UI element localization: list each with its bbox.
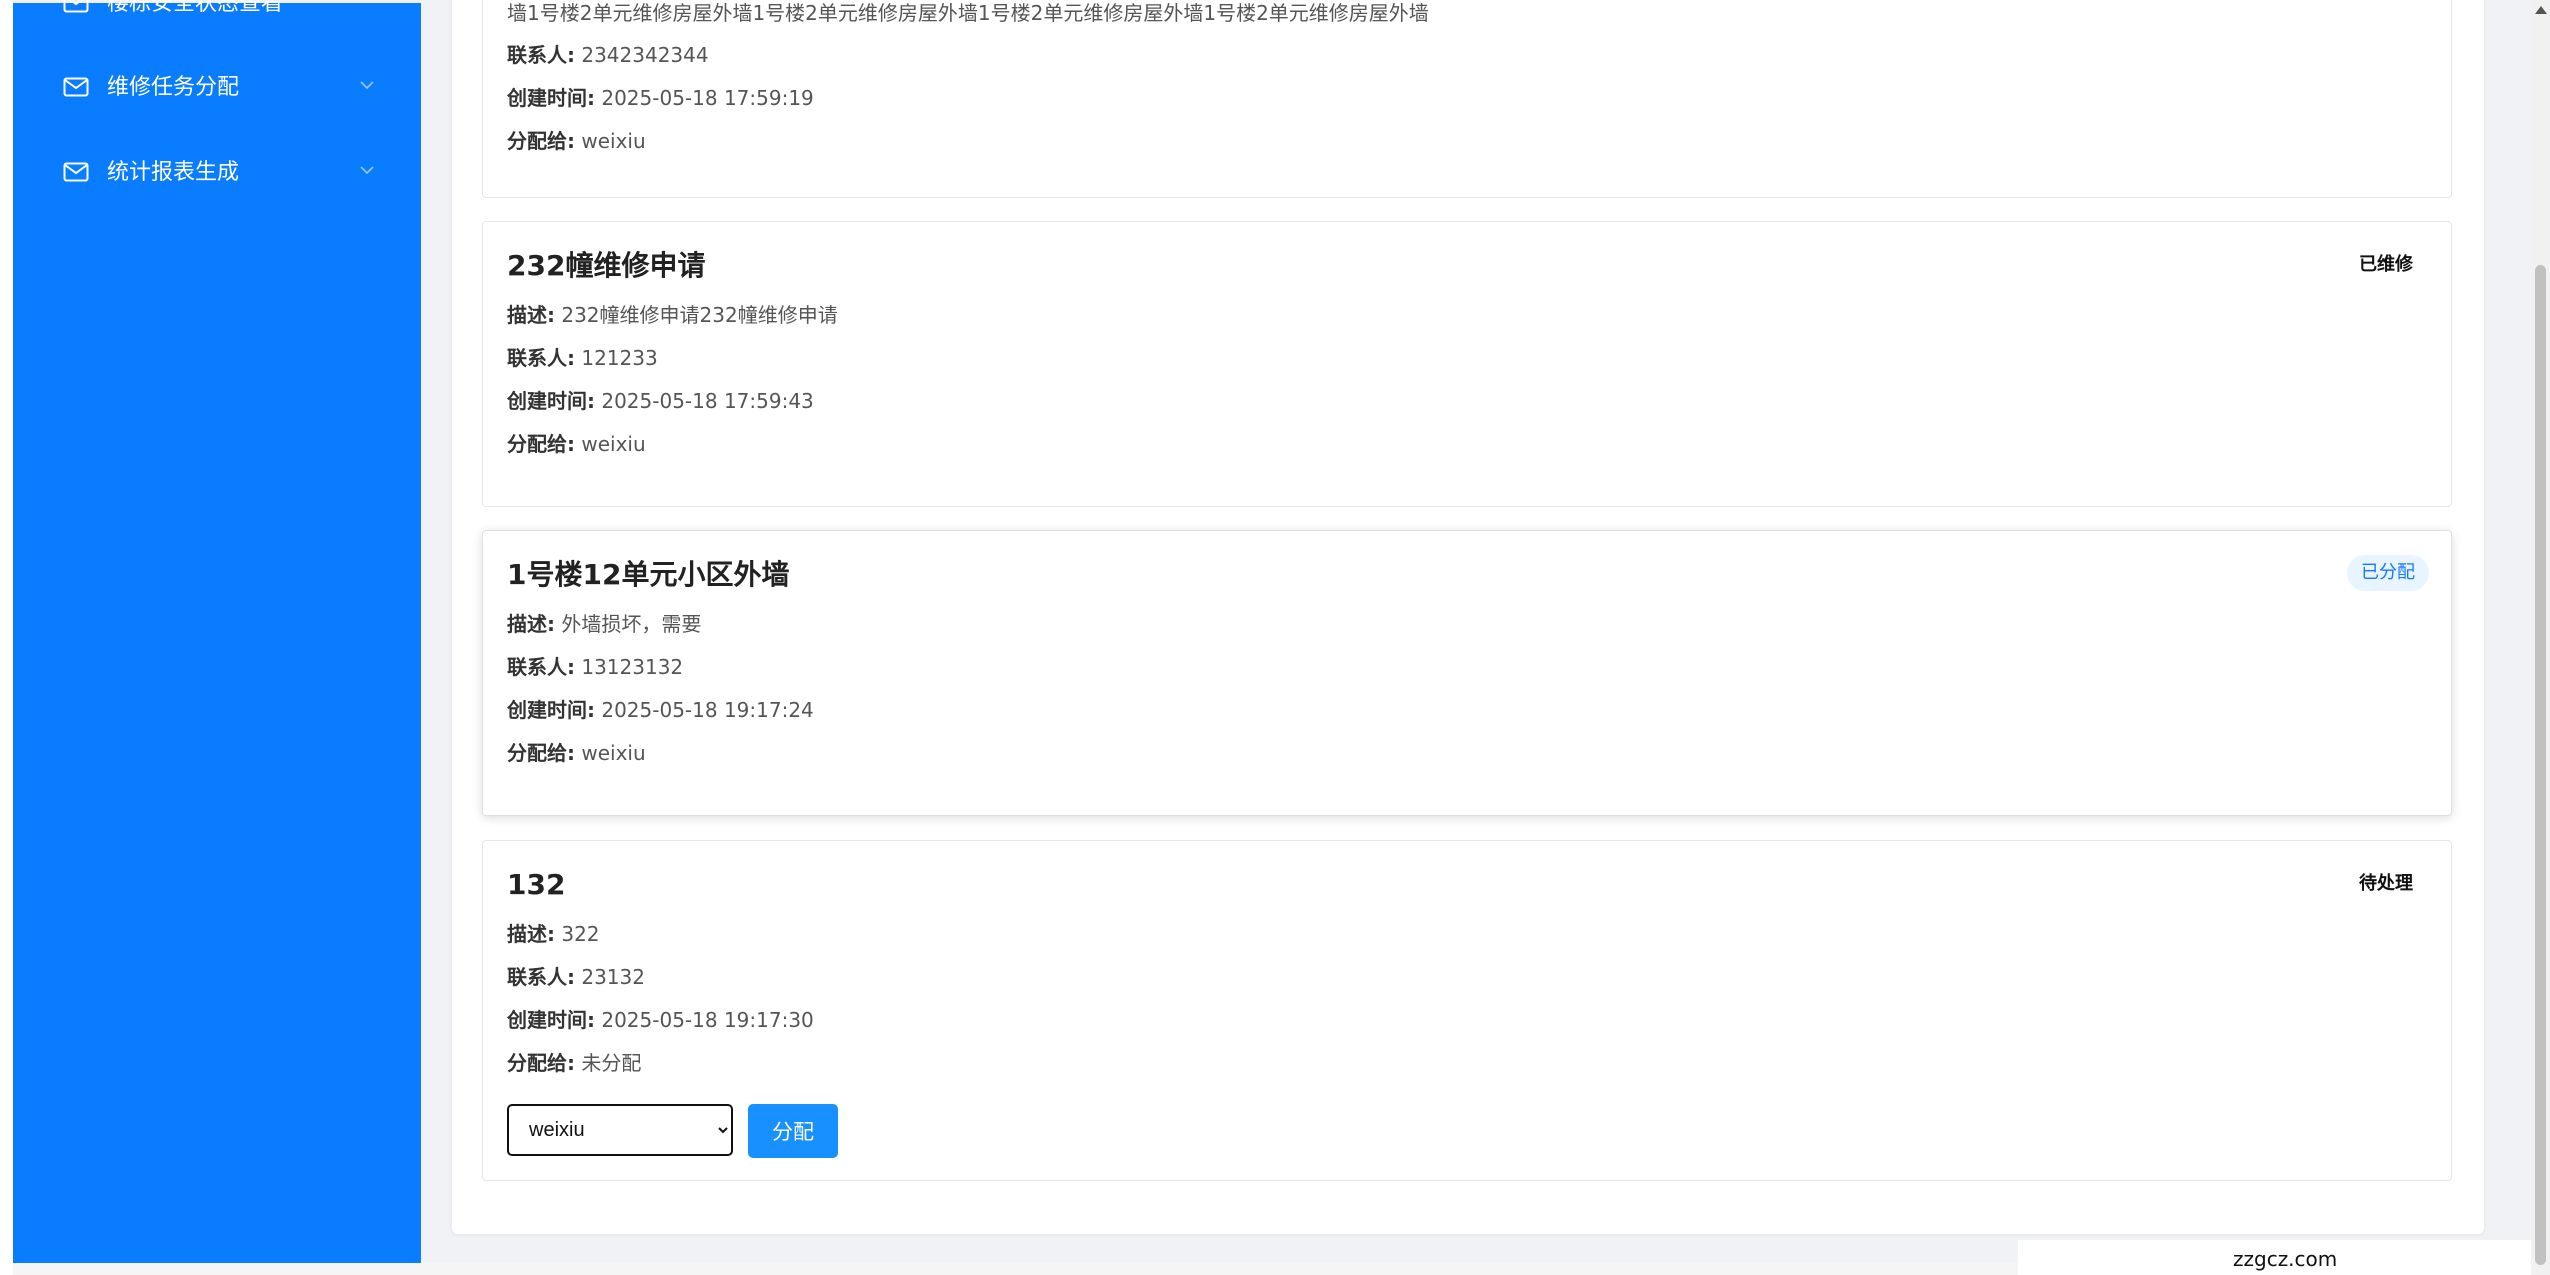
assigned-value: 未分配: [581, 1051, 642, 1075]
description-value: 232幢维修申请232幢维修申请: [561, 303, 838, 327]
mail-icon: [63, 162, 89, 182]
description-field: 描述: 322: [507, 921, 600, 947]
repair-request-card: 132 待处理 描述: 322 联系人: 23132 创建时间: 2025-05…: [482, 840, 2452, 1181]
repair-request-card: 232幢维修申请 已维修 描述: 232幢维修申请232幢维修申请 联系人: 1…: [482, 221, 2452, 507]
description-value: 外墙损坏，需要: [561, 612, 702, 636]
assigned-label: 分配给:: [507, 432, 575, 456]
sidebar-item-label: 统计报表生成: [107, 160, 240, 185]
assign-button[interactable]: 分配: [748, 1104, 838, 1158]
created-label: 创建时间:: [507, 1008, 595, 1032]
contact-field: 联系人: 23132: [507, 964, 645, 990]
contact-value: 13123132: [581, 655, 684, 679]
created-field: 创建时间: 2025-05-18 17:59:19: [507, 85, 814, 111]
created-value: 2025-05-18 19:17:24: [601, 698, 814, 722]
window-left-edge: [0, 0, 13, 1275]
request-title: 132: [507, 868, 566, 901]
assigned-field: 分配给: 未分配: [507, 1050, 641, 1076]
assigned-field: 分配给: weixiu: [507, 740, 646, 766]
assigned-value: weixiu: [581, 741, 646, 765]
status-badge: 已分配: [2347, 555, 2429, 591]
description-value: 墙1号楼2单元维修房屋外墙1号楼2单元维修房屋外墙1号楼2单元维修房屋外墙1号楼…: [507, 1, 1429, 25]
repair-request-card: 墙1号楼2单元维修房屋外墙1号楼2单元维修房屋外墙1号楼2单元维修房屋外墙1号楼…: [482, 0, 2452, 198]
description-label: 描述:: [507, 922, 555, 946]
sidebar-item-label: 维修任务分配: [107, 75, 240, 100]
description-label: 描述:: [507, 303, 555, 327]
contact-label: 联系人:: [507, 346, 575, 370]
status-badge: 待处理: [2359, 873, 2413, 894]
mail-icon: [63, 77, 89, 97]
created-value: 2025-05-18 17:59:19: [601, 86, 814, 110]
description-field: 墙1号楼2单元维修房屋外墙1号楼2单元维修房屋外墙1号楼2单元维修房屋外墙1号楼…: [507, 0, 1429, 26]
sidebar-item-report-generation[interactable]: 统计报表生成: [13, 146, 421, 202]
sidebar: 楼栋安全状态查看 维修任务分配 统计报表生成: [13, 0, 421, 1263]
description-field: 描述: 232幢维修申请232幢维修申请: [507, 302, 838, 328]
created-field: 创建时间: 2025-05-18 19:17:30: [507, 1007, 814, 1033]
assigned-field: 分配给: weixiu: [507, 431, 646, 457]
site-watermark: zzgcz.com: [2233, 1247, 2338, 1271]
description-label: 描述:: [507, 612, 555, 636]
sidebar-item-repair-task-assign[interactable]: 维修任务分配: [13, 61, 421, 117]
contact-field: 联系人: 13123132: [507, 654, 683, 680]
description-value: 322: [561, 922, 600, 946]
mail-icon: [63, 0, 89, 13]
created-field: 创建时间: 2025-05-18 19:17:24: [507, 697, 814, 723]
sidebar-item-label: 楼栋安全状态查看: [107, 0, 284, 16]
contact-label: 联系人:: [507, 655, 575, 679]
contact-label: 联系人:: [507, 965, 575, 989]
request-title: 232幢维修申请: [507, 249, 706, 282]
scroll-up-arrow-icon[interactable]: [2535, 6, 2547, 14]
chevron-down-icon: [360, 81, 374, 90]
request-title: 1号楼12单元小区外墙: [507, 558, 790, 591]
contact-value: 2342342344: [581, 43, 709, 67]
created-value: 2025-05-18 19:17:30: [601, 1008, 814, 1032]
bottom-gap: [13, 1263, 2018, 1275]
created-label: 创建时间:: [507, 86, 595, 110]
created-value: 2025-05-18 17:59:43: [601, 389, 814, 413]
created-label: 创建时间:: [507, 389, 595, 413]
assigned-label: 分配给:: [507, 1051, 575, 1075]
page-scrollbar[interactable]: [2531, 0, 2550, 1275]
repair-request-card: 1号楼12单元小区外墙 已分配 描述: 外墙损坏，需要 联系人: 1312313…: [482, 530, 2452, 816]
status-badge: 已维修: [2359, 254, 2413, 275]
contact-label: 联系人:: [507, 43, 575, 67]
chevron-down-icon: [360, 166, 374, 175]
assigned-value: weixiu: [581, 432, 646, 456]
contact-field: 联系人: 121233: [507, 345, 658, 371]
assigned-value: weixiu: [581, 129, 646, 153]
contact-field: 联系人: 2342342344: [507, 42, 709, 68]
sidebar-item-building-safety[interactable]: 楼栋安全状态查看: [13, 0, 421, 33]
assignee-select[interactable]: weixiu: [507, 1104, 733, 1156]
created-field: 创建时间: 2025-05-18 17:59:43: [507, 388, 814, 414]
created-label: 创建时间:: [507, 698, 595, 722]
assigned-label: 分配给:: [507, 741, 575, 765]
description-field: 描述: 外墙损坏，需要: [507, 611, 701, 637]
scrollbar-thumb[interactable]: [2535, 265, 2546, 1265]
contact-value: 121233: [581, 346, 658, 370]
assigned-label: 分配给:: [507, 129, 575, 153]
contact-value: 23132: [581, 965, 645, 989]
assigned-field: 分配给: weixiu: [507, 128, 646, 154]
